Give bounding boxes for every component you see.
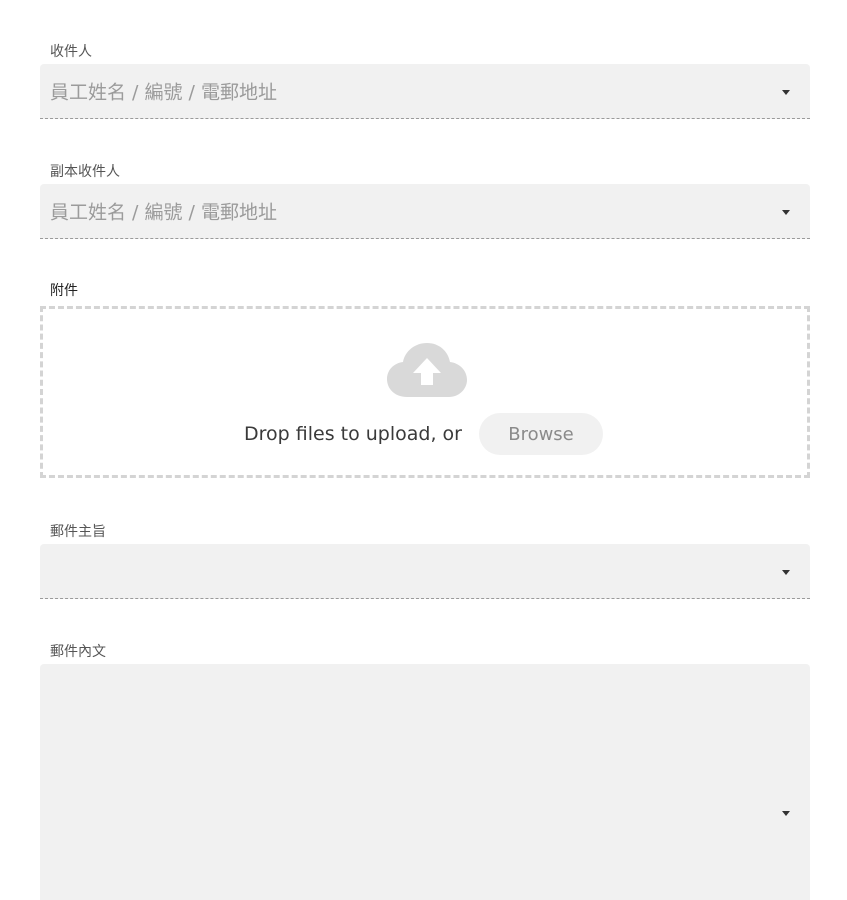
chevron-down-icon[interactable] [782,210,790,215]
drop-row: Drop files to upload, or Browse [43,413,807,455]
to-select[interactable]: 員工姓名 / 編號 / 電郵地址 [40,64,810,119]
subject-label: 郵件主旨 [50,524,106,540]
to-placeholder: 員工姓名 / 編號 / 電郵地址 [50,81,277,104]
attachment-label: 附件 [50,283,78,299]
subject-input[interactable] [40,544,810,599]
file-dropzone[interactable]: Drop files to upload, or Browse [40,306,810,478]
to-label: 收件人 [50,44,92,60]
cc-placeholder: 員工姓名 / 編號 / 電郵地址 [50,201,277,224]
body-label: 郵件內文 [50,644,106,660]
body-textarea[interactable] [40,664,810,900]
cc-label: 副本收件人 [50,164,120,180]
chevron-down-icon[interactable] [782,90,790,95]
cc-select[interactable]: 員工姓名 / 編號 / 電郵地址 [40,184,810,239]
cloud-upload-icon [387,343,467,397]
compose-email-form: 收件人 員工姓名 / 編號 / 電郵地址 副本收件人 員工姓名 / 編號 / 電… [0,0,847,900]
drop-text: Drop files to upload, or [244,423,462,445]
browse-button[interactable]: Browse [479,413,603,455]
chevron-down-icon[interactable] [782,811,790,816]
chevron-down-icon[interactable] [782,570,790,575]
